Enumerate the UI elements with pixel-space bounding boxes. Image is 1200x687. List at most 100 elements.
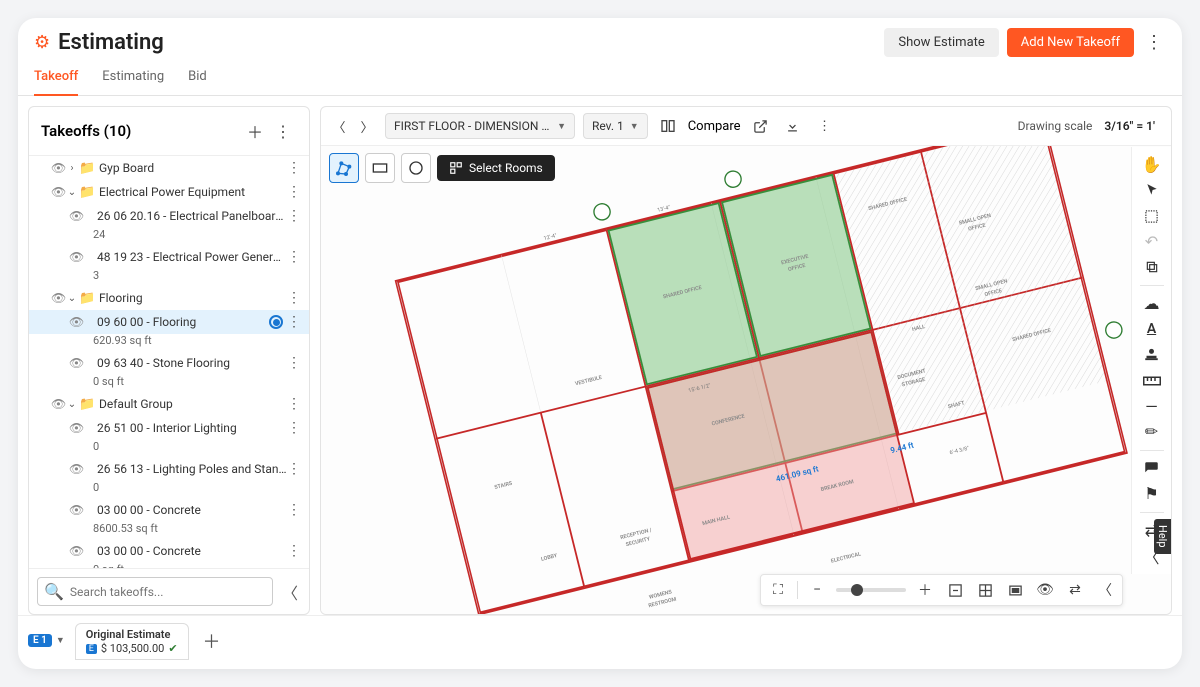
zoom-out-icon[interactable]: − xyxy=(806,579,828,601)
show-estimate-button[interactable]: Show Estimate xyxy=(884,28,998,57)
estimate-chip[interactable]: E 1 xyxy=(28,634,52,647)
line-tool-icon[interactable]: — xyxy=(1137,394,1167,418)
cloud-icon[interactable]: ☁ xyxy=(1137,292,1167,316)
search-input[interactable] xyxy=(70,585,266,599)
polygon-tool-button[interactable] xyxy=(329,153,359,183)
takeoff-row[interactable]: 👁 48 19 23 - Electrical Power Generation… xyxy=(29,245,309,269)
text-tool-icon[interactable]: A xyxy=(1137,318,1167,342)
revision-dropdown[interactable]: Rev. 1 ▼ xyxy=(583,113,648,139)
compare-icon[interactable] xyxy=(656,114,680,138)
row-more-icon[interactable]: ⋮ xyxy=(287,208,303,224)
zoom-slider[interactable] xyxy=(836,588,906,592)
visibility-icon[interactable]: 👁 xyxy=(69,421,83,435)
row-more-icon[interactable]: ⋮ xyxy=(287,314,303,330)
visibility-icon[interactable]: 👁 xyxy=(69,503,83,517)
collapse-bottom-icon[interactable]: 〈 xyxy=(1094,579,1116,601)
help-tab[interactable]: Help xyxy=(1154,519,1171,554)
add-estimate-tab-button[interactable]: ＋ xyxy=(199,628,225,654)
visibility-icon[interactable]: 👁 xyxy=(69,250,83,264)
visibility-icon[interactable]: 👁 xyxy=(69,315,83,329)
tab-takeoff[interactable]: Takeoff xyxy=(34,63,78,96)
zoom-in-icon[interactable]: ＋ xyxy=(914,579,936,601)
pointer-tool-icon[interactable] xyxy=(1137,179,1167,203)
row-more-icon[interactable]: ⋮ xyxy=(287,355,303,371)
circle-tool-button[interactable] xyxy=(401,153,431,183)
grid-icon[interactable] xyxy=(974,579,996,601)
caret-icon[interactable]: › xyxy=(65,163,79,174)
visibility-icon[interactable]: 👁 xyxy=(1034,579,1056,601)
sidebar-more-icon[interactable]: ⋮ xyxy=(269,117,297,145)
group-row[interactable]: 👁 ⌄ 📁 Flooring ⋮ xyxy=(29,286,309,310)
visibility-icon[interactable]: 👁 xyxy=(51,185,65,199)
row-more-icon[interactable]: ⋮ xyxy=(287,420,303,436)
svg-text:ELECTRICAL: ELECTRICAL xyxy=(830,551,861,564)
visibility-icon[interactable]: 👁 xyxy=(69,544,83,558)
takeoff-row[interactable]: 👁 26 51 00 - Interior Lighting ⋮ xyxy=(29,416,309,440)
chevron-down-icon[interactable]: ▼ xyxy=(56,635,65,646)
group-row[interactable]: 👁 ⌄ 📁 Electrical Power Equipment ⋮ xyxy=(29,180,309,204)
pan-tool-icon[interactable]: ✋ xyxy=(1137,153,1167,177)
row-more-icon[interactable]: ⋮ xyxy=(287,160,303,176)
row-more-icon[interactable]: ⋮ xyxy=(287,543,303,559)
copy-icon[interactable] xyxy=(1137,255,1167,279)
ruler-icon[interactable] xyxy=(1137,369,1167,393)
group-row[interactable]: 👁 › 📁 Gyp Board ⋮ xyxy=(29,156,309,180)
takeoff-row[interactable]: 👁 26 06 20.16 - Electrical Panelboard Sc… xyxy=(29,204,309,228)
select-box-icon[interactable] xyxy=(1137,204,1167,228)
visibility-icon[interactable]: 👁 xyxy=(51,161,65,175)
tab-bid[interactable]: Bid xyxy=(188,63,207,95)
caret-icon[interactable]: ⌄ xyxy=(65,187,79,198)
group-row[interactable]: 👁 ⌄ 📁 Default Group ⋮ xyxy=(29,392,309,416)
row-more-icon[interactable]: ⋮ xyxy=(287,184,303,200)
download-icon[interactable] xyxy=(781,114,805,138)
add-takeoff-icon[interactable]: ＋ xyxy=(241,117,269,145)
main-tabs: Takeoff Estimating Bid xyxy=(18,57,1182,96)
search-box[interactable]: 🔍 xyxy=(37,577,273,606)
comment-icon[interactable] xyxy=(1137,456,1167,480)
visibility-icon[interactable]: 👁 xyxy=(69,209,83,223)
row-more-icon[interactable]: ⋮ xyxy=(287,290,303,306)
floor-plan-canvas[interactable]: SHARED OFFICE EXECUTIVEOFFICE SHARED OFF… xyxy=(321,146,1171,614)
scale-label: Drawing scale xyxy=(1018,119,1093,133)
header-more-icon[interactable]: ⋮ xyxy=(1142,32,1166,53)
flag-icon[interactable]: ⚑ xyxy=(1137,482,1167,506)
takeoff-row[interactable]: 👁 03 00 00 - Concrete ⋮ xyxy=(29,539,309,563)
open-external-icon[interactable] xyxy=(749,114,773,138)
visibility-icon[interactable]: 👁 xyxy=(69,462,83,476)
visibility-icon[interactable]: 👁 xyxy=(51,397,65,411)
estimate-tab[interactable]: Original Estimate E $ 103,500.00 ✔ xyxy=(75,623,189,660)
takeoff-row[interactable]: 👁 03 00 00 - Concrete ⋮ xyxy=(29,498,309,522)
fullscreen-icon[interactable]: ⛶ xyxy=(767,579,789,601)
group-label: Gyp Board xyxy=(99,161,287,175)
rotate-icon[interactable]: ⇄ xyxy=(1064,579,1086,601)
next-sheet-icon[interactable]: 〉 xyxy=(357,117,377,136)
prev-sheet-icon[interactable]: 〈 xyxy=(329,117,349,136)
add-new-takeoff-button[interactable]: Add New Takeoff xyxy=(1007,28,1134,57)
row-more-icon[interactable]: ⋮ xyxy=(287,502,303,518)
takeoff-row[interactable]: 👁 09 63 40 - Stone Flooring ⋮ xyxy=(29,351,309,375)
canvas-more-icon[interactable]: ⋮ xyxy=(813,114,837,138)
rectangle-tool-button[interactable] xyxy=(365,153,395,183)
visibility-icon[interactable]: 👁 xyxy=(51,291,65,305)
takeoff-row[interactable]: 👁 26 56 13 - Lighting Poles and Standard… xyxy=(29,457,309,481)
select-rooms-button[interactable]: Select Rooms xyxy=(437,155,555,181)
row-more-icon[interactable]: ⋮ xyxy=(287,249,303,265)
compare-label[interactable]: Compare xyxy=(688,119,741,134)
takeoff-row[interactable]: 👁 09 60 00 - Flooring ⋮ xyxy=(29,310,309,334)
visibility-icon[interactable]: 👁 xyxy=(69,356,83,370)
row-more-icon[interactable]: ⋮ xyxy=(287,461,303,477)
caret-icon[interactable]: ⌄ xyxy=(65,293,79,304)
sheet-dropdown[interactable]: FIRST FLOOR - DIMENSION PLAN - ... ▼ xyxy=(385,113,575,139)
chevron-down-icon: ▼ xyxy=(630,121,639,132)
fit-page-icon[interactable] xyxy=(1004,579,1026,601)
pencil-icon[interactable]: ✏ xyxy=(1137,420,1167,444)
takeoff-label: 03 00 00 - Concrete xyxy=(97,503,287,517)
caret-icon[interactable]: ⌄ xyxy=(65,399,79,410)
selected-radio[interactable] xyxy=(269,315,283,329)
tab-estimating[interactable]: Estimating xyxy=(102,63,164,95)
row-more-icon[interactable]: ⋮ xyxy=(287,396,303,412)
stamp-icon[interactable] xyxy=(1137,343,1167,367)
collapse-sidebar-icon[interactable]: 〈 xyxy=(279,580,301,604)
fit-width-icon[interactable] xyxy=(944,579,966,601)
undo-icon[interactable]: ↶ xyxy=(1137,230,1167,254)
